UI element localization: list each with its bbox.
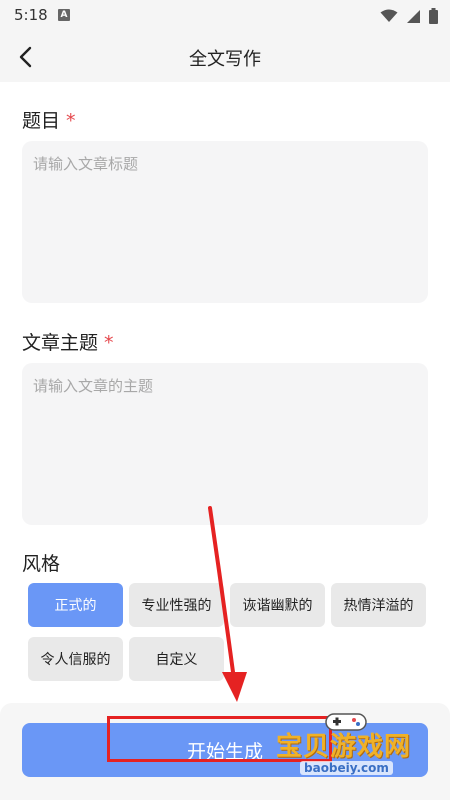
wifi-icon (380, 9, 398, 22)
watermark: 宝贝游戏网 baobeiy.com (270, 712, 430, 782)
cell-signal-icon (407, 9, 420, 23)
page-title: 全文写作 (189, 49, 261, 70)
style-chip-persuasive[interactable]: 令人信服的 (28, 637, 123, 681)
theme-label-text: 文章主题 (22, 332, 99, 354)
theme-label: 文章主题 * (22, 328, 114, 355)
watermark-url: baobeiy.com (300, 761, 393, 775)
theme-input[interactable] (22, 363, 428, 525)
app-bar: 全文写作 (0, 32, 450, 82)
style-chip-custom[interactable]: 自定义 (129, 637, 224, 681)
title-input[interactable] (22, 141, 428, 303)
status-time: 5:18 (14, 6, 48, 24)
title-label-text: 题目 (22, 110, 61, 132)
style-chip-formal[interactable]: 正式的 (28, 583, 123, 627)
status-bar: 5:18 A (0, 0, 450, 32)
style-chip-passionate[interactable]: 热情洋溢的 (331, 583, 426, 627)
status-icons (380, 8, 438, 24)
style-chip-group: 正式的 专业性强的 诙谐幽默的 热情洋溢的 令人信服的 自定义 (28, 583, 428, 681)
watermark-text: 宝贝游戏网 (276, 732, 412, 762)
battery-icon (429, 8, 438, 24)
required-mark: * (104, 332, 114, 354)
title-label: 题目 * (22, 106, 76, 133)
style-label: 风格 (22, 553, 61, 575)
required-mark: * (66, 110, 76, 132)
style-chip-humorous[interactable]: 诙谐幽默的 (230, 583, 325, 627)
notification-a-icon: A (58, 9, 70, 21)
style-chip-professional[interactable]: 专业性强的 (129, 583, 224, 627)
